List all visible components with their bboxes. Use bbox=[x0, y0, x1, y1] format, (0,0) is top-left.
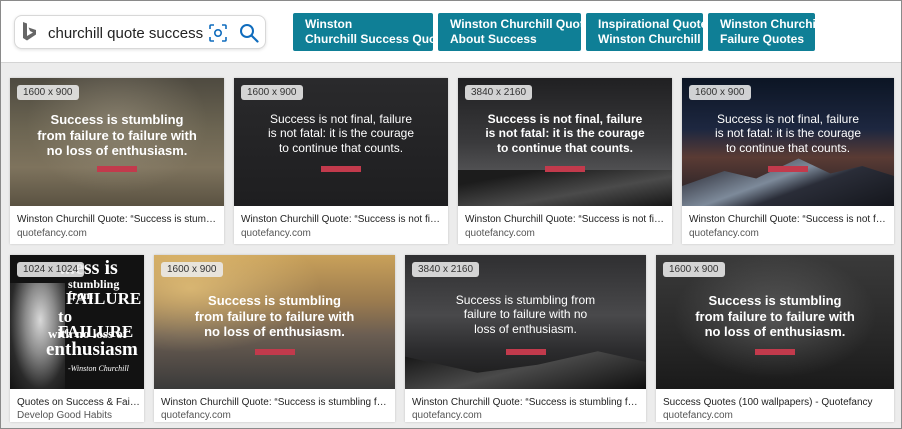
quote-line: to continue that counts. bbox=[497, 140, 633, 155]
attribution-tag bbox=[545, 166, 585, 172]
result-title[interactable]: Winston Churchill Quote: “Success is stu… bbox=[17, 214, 217, 225]
quote-text: Success is stumbling from failure to fai… bbox=[154, 293, 395, 340]
result-thumbnail[interactable]: Success is stumbling from failure to fai… bbox=[405, 255, 646, 389]
result-source[interactable]: quotefancy.com bbox=[241, 228, 311, 239]
related-search-line: Winston Churchill bbox=[720, 17, 823, 31]
image-result[interactable]: Success is stumbling from failure to fai… bbox=[154, 255, 395, 422]
search-input[interactable]: churchill quote success bbox=[48, 25, 203, 42]
quote-line: no loss of enthusiasm. bbox=[204, 324, 345, 340]
quote-line: FAILURE bbox=[66, 289, 142, 308]
result-source[interactable]: quotefancy.com bbox=[17, 228, 87, 239]
quote-line: is not fatal: it is the courage bbox=[485, 126, 645, 141]
attribution-tag bbox=[768, 166, 808, 172]
attribution-tag bbox=[321, 166, 361, 172]
attribution-tag bbox=[97, 166, 137, 172]
result-thumbnail[interactable]: Success is stumbling from failure to fai… bbox=[10, 78, 224, 206]
result-thumbnail[interactable]: Success is not final, failure is not fat… bbox=[682, 78, 894, 206]
quote-line: Success is not final, failure bbox=[269, 112, 413, 126]
result-title[interactable]: Winston Churchill Quote: “Success is stu… bbox=[161, 397, 389, 408]
quote-line: Success is not final, failure bbox=[716, 112, 860, 126]
attribution-tag bbox=[505, 349, 546, 355]
search-box[interactable]: churchill quote success bbox=[14, 15, 266, 49]
image-size-badge: 1600 x 900 bbox=[161, 262, 223, 277]
attribution-tag bbox=[755, 349, 795, 355]
quote-line: no loss of enthusiasm. bbox=[46, 143, 188, 159]
quote-line: to continue that counts. bbox=[725, 140, 851, 155]
image-result[interactable]: Success is not final, failure is not fat… bbox=[682, 78, 894, 244]
quote-line: from failure to failure with bbox=[37, 127, 197, 143]
result-thumbnail[interactable]: Success is not final, failure is not fat… bbox=[458, 78, 672, 206]
quote-line: -Winston Churchill bbox=[68, 364, 129, 373]
result-title[interactable]: Winston Churchill Quote: “Success is stu… bbox=[412, 397, 640, 408]
result-source[interactable]: quotefancy.com bbox=[663, 410, 733, 421]
quote-line: loss of enthusiasm. bbox=[474, 321, 577, 336]
result-thumbnail[interactable]: ...ess is stumbling from FAILURE to FAIL… bbox=[10, 255, 144, 389]
image-size-badge: 1600 x 900 bbox=[689, 85, 751, 100]
quote-line: failure to failure with no bbox=[463, 307, 588, 322]
image-size-badge: 3840 x 2160 bbox=[465, 85, 533, 100]
quote-line: Success is stumbling bbox=[708, 293, 842, 308]
quote-line: from failure to failure with bbox=[695, 308, 855, 324]
quote-line: Success is not final, failure bbox=[487, 112, 643, 126]
image-size-badge: 1600 x 900 bbox=[241, 85, 303, 100]
related-search-chip[interactable]: Winston Churchill Quotes About Success bbox=[438, 13, 598, 51]
quote-text: Success is stumbling from failure to fai… bbox=[10, 112, 224, 159]
related-search-line: Inspirational Quotes bbox=[598, 17, 715, 31]
quote-line: from failure to failure with bbox=[194, 308, 355, 324]
related-search-line: Winston Churchill Quotes bbox=[450, 17, 598, 31]
image-result[interactable]: Success is stumbling from failure to fai… bbox=[10, 78, 224, 244]
quote-line: with no loss of bbox=[48, 326, 128, 341]
related-search-chip[interactable]: Winston Churchill Success Quote bbox=[293, 13, 448, 51]
quote-text: Success is not final, failure is not fat… bbox=[234, 112, 448, 155]
result-source[interactable]: quotefancy.com bbox=[465, 228, 535, 239]
related-search-line: Failure Quotes bbox=[720, 32, 805, 46]
result-thumbnail[interactable]: Success is stumbling from failure to fai… bbox=[154, 255, 395, 389]
image-size-badge: 3840 x 2160 bbox=[412, 262, 480, 277]
result-source[interactable]: Develop Good Habits bbox=[17, 410, 112, 421]
quote-text: Success is stumbling from failure to fai… bbox=[656, 293, 894, 340]
result-thumbnail[interactable]: Success is stumbling from failure to fai… bbox=[656, 255, 894, 389]
visual-search-icon[interactable] bbox=[209, 24, 227, 42]
search-header: churchill quote success Winston Churchil… bbox=[1, 1, 901, 63]
quote-line: to continue that counts. bbox=[278, 140, 404, 155]
result-title[interactable]: Success Quotes (100 wallpapers) - Quotef… bbox=[663, 397, 889, 408]
result-source[interactable]: quotefancy.com bbox=[161, 410, 231, 421]
related-search-chip[interactable]: Winston Churchill Failure Quotes bbox=[708, 13, 823, 51]
related-search-line: Winston bbox=[305, 17, 353, 31]
quote-line: Success is stumbling from bbox=[455, 293, 596, 307]
result-title[interactable]: Quotes on Success & Failur... bbox=[17, 397, 141, 408]
attribution-tag bbox=[254, 349, 295, 355]
quote-line: enthusiasm bbox=[46, 339, 138, 360]
image-result[interactable]: Success is not final, failure is not fat… bbox=[234, 78, 448, 244]
result-source[interactable]: quotefancy.com bbox=[412, 410, 482, 421]
quote-line: is not fatal: it is the courage bbox=[267, 126, 415, 141]
bing-logo-icon[interactable] bbox=[21, 21, 39, 43]
related-search-line: About Success bbox=[450, 32, 537, 46]
image-result[interactable]: Success is stumbling from failure to fai… bbox=[405, 255, 646, 422]
result-title[interactable]: Winston Churchill Quote: “Success is not… bbox=[465, 214, 665, 225]
image-size-badge: 1600 x 900 bbox=[663, 262, 725, 277]
quote-text: Success is stumbling from failure to fai… bbox=[405, 293, 646, 336]
related-search-chip[interactable]: Inspirational Quotes Winston Churchill bbox=[586, 13, 715, 51]
related-search-line: Churchill Success Quote bbox=[305, 32, 448, 46]
result-title[interactable]: Winston Churchill Quote: “Success is not… bbox=[241, 214, 441, 225]
image-result[interactable]: Success is not final, failure is not fat… bbox=[458, 78, 672, 244]
image-result[interactable]: Success is stumbling from failure to fai… bbox=[656, 255, 894, 422]
image-size-badge: 1024 x 1024 bbox=[17, 262, 85, 277]
quote-line: no loss of enthusiasm. bbox=[704, 324, 846, 340]
result-title[interactable]: Winston Churchill Quote: “Success is not… bbox=[689, 214, 887, 225]
quote-line: is not fatal: it is the courage bbox=[714, 126, 862, 141]
result-thumbnail[interactable]: Success is not final, failure is not fat… bbox=[234, 78, 448, 206]
quote-line: Success is stumbling bbox=[208, 293, 341, 308]
image-size-badge: 1600 x 900 bbox=[17, 85, 79, 100]
quote-line: Success is stumbling bbox=[50, 112, 184, 127]
quote-text: Success is not final, failure is not fat… bbox=[682, 112, 894, 155]
related-search-line: Winston Churchill bbox=[598, 32, 701, 46]
search-icon[interactable] bbox=[239, 23, 259, 43]
image-result[interactable]: ...ess is stumbling from FAILURE to FAIL… bbox=[10, 255, 144, 422]
quote-text: Success is not final, failure is not fat… bbox=[458, 112, 672, 155]
result-source[interactable]: quotefancy.com bbox=[689, 228, 759, 239]
